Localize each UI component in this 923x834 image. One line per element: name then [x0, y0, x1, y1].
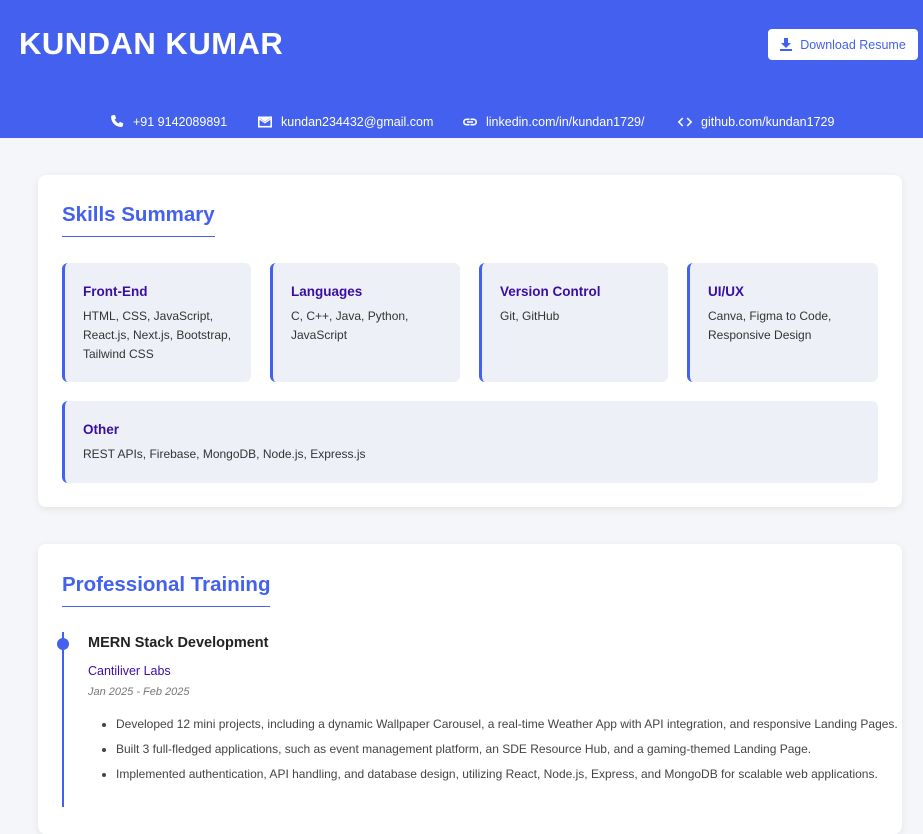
- download-icon: [780, 38, 793, 51]
- skill-items: REST APIs, Firebase, MongoDB, Node.js, E…: [83, 447, 366, 461]
- timeline-dot: [57, 638, 69, 650]
- list-item: Developed 12 mini projects, including a …: [116, 714, 916, 734]
- skill-items: Git, GitHub: [500, 309, 560, 323]
- skill-box-uiux: UI/UX Canva, Figma to Code, Responsive D…: [687, 263, 878, 382]
- skill-box-version-control: Version Control Git, GitHub: [479, 263, 668, 382]
- training-entry-title: MERN Stack Development: [88, 635, 269, 651]
- training-card: Professional Training MERN Stack Develop…: [38, 544, 902, 834]
- training-title: Professional Training: [62, 573, 271, 607]
- skill-box-languages: Languages C, C++, Java, Python, JavaScri…: [270, 263, 460, 382]
- contact-github-text: github.com/kundan1729: [701, 115, 835, 129]
- skill-title: Version Control: [500, 284, 601, 299]
- list-item: Implemented authentication, API handling…: [116, 764, 916, 784]
- skills-card: Skills Summary Front-End HTML, CSS, Java…: [38, 175, 902, 507]
- list-item: Built 3 full-fledged applications, such …: [116, 739, 916, 759]
- skills-title: Skills Summary: [62, 203, 215, 237]
- contact-phone-text: +91 9142089891: [133, 115, 228, 129]
- skill-title: Other: [83, 422, 120, 437]
- candidate-name: KUNDAN KUMAR: [19, 26, 284, 61]
- training-entry-org: Cantiliver Labs: [88, 664, 171, 678]
- contact-email[interactable]: kundan234432@gmail.com: [257, 114, 433, 130]
- contact-linkedin[interactable]: linkedin.com/in/kundan1729/: [462, 114, 644, 130]
- header-banner: KUNDAN KUMAR Download Resume +91 9142089…: [0, 0, 923, 138]
- skill-title: UI/UX: [708, 284, 745, 299]
- skill-items: C, C++, Java, Python, JavaScript: [291, 309, 409, 342]
- training-bullets: Developed 12 mini projects, including a …: [88, 714, 916, 789]
- contact-phone[interactable]: +91 9142089891: [109, 114, 227, 130]
- skill-box-frontend: Front-End HTML, CSS, JavaScript, React.j…: [62, 263, 251, 382]
- contact-github[interactable]: github.com/kundan1729: [677, 114, 834, 130]
- contact-bar: +91 9142089891 kundan234432@gmail.com li…: [0, 114, 923, 134]
- skill-items: Canva, Figma to Code, Responsive Design: [708, 309, 832, 342]
- contact-email-text: kundan234432@gmail.com: [281, 115, 434, 129]
- download-resume-button[interactable]: Download Resume: [768, 29, 918, 60]
- skill-title: Front-End: [83, 284, 148, 299]
- training-entry-date: Jan 2025 - Feb 2025: [88, 686, 190, 698]
- download-label: Download Resume: [800, 37, 906, 52]
- phone-icon: [111, 114, 124, 127]
- link-icon: [463, 118, 477, 126]
- mail-icon: [258, 116, 272, 128]
- skill-title: Languages: [291, 284, 363, 299]
- skill-box-other: Other REST APIs, Firebase, MongoDB, Node…: [62, 401, 878, 483]
- code-icon: [677, 117, 693, 127]
- contact-linkedin-text: linkedin.com/in/kundan1729/: [486, 115, 645, 129]
- timeline-line: [62, 632, 64, 807]
- skill-items: HTML, CSS, JavaScript, React.js, Next.js…: [83, 309, 232, 361]
